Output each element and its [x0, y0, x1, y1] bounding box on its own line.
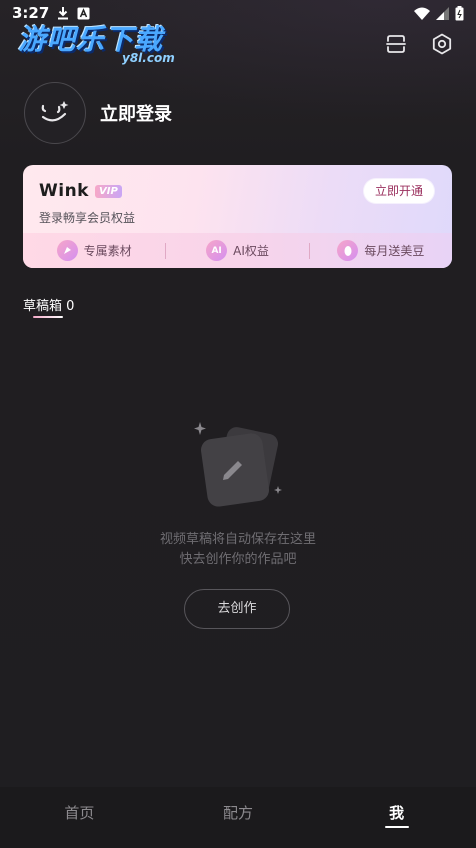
login-row[interactable]: 立即登录 [24, 82, 172, 144]
avatar[interactable] [24, 82, 86, 144]
nav-label: 首页 [64, 804, 95, 822]
header-actions [384, 32, 454, 56]
bean-icon [337, 240, 359, 261]
settings-icon[interactable] [430, 32, 454, 56]
default-avatar-face-icon [41, 101, 69, 122]
battery-icon [455, 5, 464, 20]
perk-exclusive-material[interactable]: 专属素材 [23, 240, 165, 261]
bottom-navigation: 首页 配方 我 [0, 787, 476, 848]
wifi-icon [414, 7, 430, 20]
vip-perks: 专属素材 AI AI权益 每月送美豆 [23, 233, 452, 268]
open-vip-button[interactable]: 立即开通 [364, 179, 434, 203]
signal-icon [436, 6, 449, 20]
profile-screen: 3:27 游吧乐下载 y8l.com 立即登录 Wink VIP 登录畅享会员权… [0, 0, 476, 848]
nav-me[interactable]: 我 [317, 787, 476, 848]
watermark-logo: 游吧乐下载 y8l.com [18, 18, 188, 68]
nav-active-indicator [384, 826, 409, 828]
ai-icon: AI [206, 240, 228, 261]
scan-icon[interactable] [384, 32, 408, 56]
tab-indicator [33, 316, 63, 318]
empty-drafts-illustration [194, 422, 282, 507]
empty-message-line2: 快去创作你的作品吧 [179, 552, 297, 567]
vip-card[interactable]: Wink VIP 登录畅享会员权益 立即开通 专属素材 AI AI权益 每月送美… [23, 165, 452, 268]
logo-sub-text: y8l.com [122, 51, 175, 65]
vip-brand: Wink [39, 181, 89, 201]
nav-home[interactable]: 首页 [0, 787, 159, 848]
perk-label: 专属素材 [83, 244, 132, 258]
login-label[interactable]: 立即登录 [100, 100, 172, 126]
empty-message-line1: 视频草稿将自动保存在这里 [159, 532, 316, 547]
nav-recipe[interactable]: 配方 [159, 787, 318, 848]
perk-label: AI权益 [233, 244, 269, 258]
perk-label: 每月送美豆 [364, 244, 425, 258]
material-icon [56, 240, 78, 261]
vip-badge: VIP [95, 184, 122, 198]
nav-label: 配方 [223, 804, 254, 822]
nav-label: 我 [389, 804, 405, 822]
perk-monthly-beans[interactable]: 每月送美豆 [310, 240, 452, 261]
tab-drafts[interactable]: 草稿箱 0 [23, 295, 74, 314]
vip-subtitle: 登录畅享会员权益 [39, 211, 136, 225]
go-create-button[interactable]: 去创作 [184, 589, 290, 629]
perk-ai-benefit[interactable]: AI AI权益 [166, 240, 308, 261]
